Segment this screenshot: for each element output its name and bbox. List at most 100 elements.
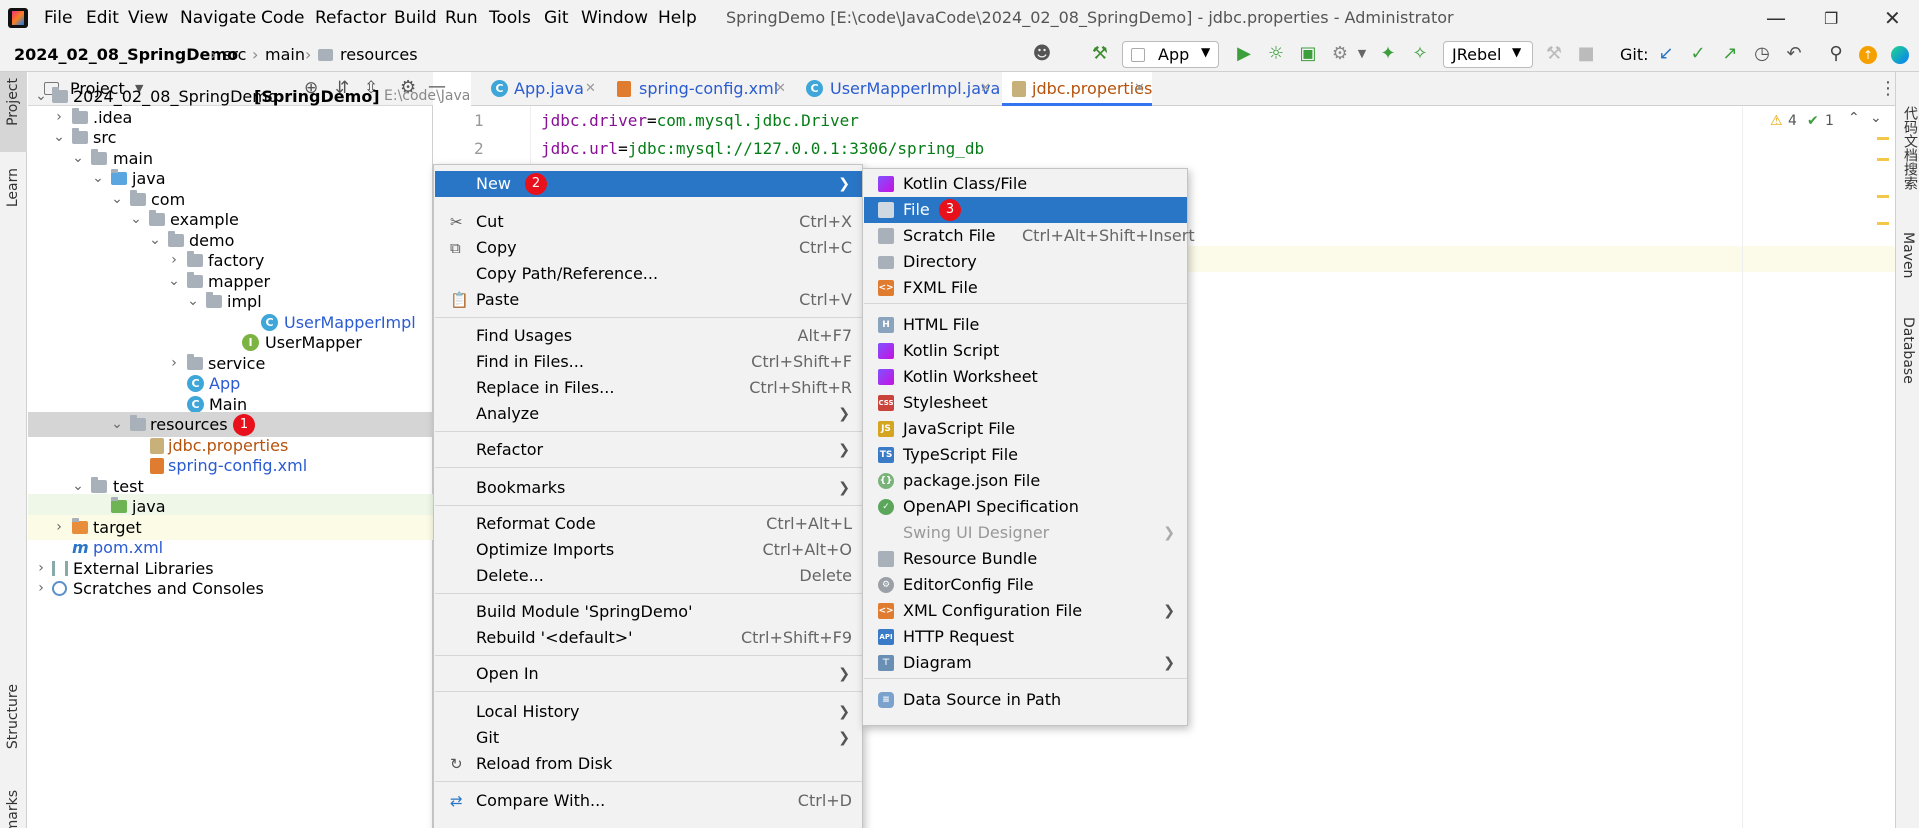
submenu-item-package-json[interactable]: {} package.json File — [864, 468, 1187, 494]
rollback-icon[interactable]: ↶ — [1784, 44, 1804, 64]
menu-item-refactor[interactable]: Refactor ❯ — [435, 437, 862, 463]
jrebel-select[interactable]: JRebel ▼ — [1443, 41, 1533, 68]
more-tabs-icon[interactable]: ⋮ — [1879, 78, 1897, 99]
close-tab-icon[interactable]: ✕ — [1134, 72, 1145, 106]
submenu-item-kotlin-worksheet[interactable]: Kotlin Worksheet — [864, 364, 1187, 390]
breadcrumb-main[interactable]: main — [265, 45, 305, 64]
profile-icon[interactable]: ⚙ — [1330, 44, 1350, 64]
jrebel-debug-icon[interactable]: ✧ — [1410, 44, 1430, 64]
menu-help[interactable]: Help — [658, 8, 697, 28]
warning-icon[interactable]: ⚠ — [1770, 113, 1783, 129]
git-commit-icon[interactable]: ✓ — [1688, 44, 1708, 64]
submenu-item-resource-bundle[interactable]: Resource Bundle — [864, 546, 1187, 572]
submenu-item-editorconfig[interactable]: ⚙ EditorConfig File — [864, 572, 1187, 598]
menu-item-copy[interactable]: ⧉ Copy Ctrl+C — [435, 235, 862, 261]
menu-code[interactable]: Code — [261, 8, 305, 28]
menu-item-replace-in-files[interactable]: Replace in Files... Ctrl+Shift+R — [435, 375, 862, 401]
tab-spring-config[interactable]: spring-config.xml ✕ — [607, 72, 791, 106]
coverage-icon[interactable]: ▣ — [1298, 44, 1318, 64]
history-icon[interactable]: ◷ — [1752, 44, 1772, 64]
menu-item-analyze[interactable]: Analyze ❯ — [435, 401, 862, 427]
tree-node-scratches[interactable]: › Scratches and Consoles — [28, 576, 433, 601]
tab-jdbc-properties[interactable]: jdbc.properties ✕ — [1002, 72, 1152, 106]
database-tool-button[interactable]: Database — [1900, 317, 1916, 384]
menu-window[interactable]: Window — [581, 8, 648, 28]
submenu-item-html[interactable]: H HTML File — [864, 312, 1187, 338]
check-icon[interactable]: ✔ — [1807, 113, 1819, 129]
git-push-icon[interactable]: ↗ — [1720, 44, 1740, 64]
run-config-select[interactable]: App ▼ — [1122, 41, 1219, 68]
chevron-right-icon[interactable]: › — [34, 576, 48, 601]
submenu-item-http-request[interactable]: API HTTP Request — [864, 624, 1187, 650]
menu-git[interactable]: Git — [544, 8, 569, 28]
submenu-item-scratch-file[interactable]: Scratch File Ctrl+Alt+Shift+Insert — [864, 223, 1195, 249]
close-icon[interactable]: ✕ — [1884, 6, 1901, 30]
tab-app-java[interactable]: C App.java ✕ — [481, 72, 599, 106]
breadcrumb-src[interactable]: src — [223, 45, 246, 64]
menu-item-reformat-code[interactable]: Reformat Code Ctrl+Alt+L — [435, 511, 862, 537]
menu-view[interactable]: View — [128, 8, 168, 28]
close-tab-icon[interactable]: ✕ — [775, 72, 786, 106]
chevron-up-icon[interactable]: ⌃ — [1848, 110, 1860, 126]
structure-tool-button[interactable]: Structure — [5, 684, 21, 749]
restore-icon[interactable]: ❐ — [1824, 9, 1838, 28]
menu-refactor[interactable]: Refactor — [315, 8, 386, 28]
warning-stripe-marker[interactable] — [1877, 222, 1889, 225]
submenu-item-javascript[interactable]: JS JavaScript File — [864, 416, 1187, 442]
menu-edit[interactable]: Edit — [86, 8, 119, 28]
user-icon[interactable]: ☻ — [1032, 44, 1052, 64]
submenu-item-stylesheet[interactable]: CSS Stylesheet — [864, 390, 1187, 416]
toolbox-icon[interactable] — [1891, 46, 1909, 64]
chevron-down-icon[interactable]: ▼ — [1352, 44, 1372, 64]
menu-item-local-history[interactable]: Local History ❯ — [435, 699, 862, 725]
menu-item-copy-path[interactable]: Copy Path/Reference... — [435, 261, 862, 287]
plugin-doc-search-button[interactable]: 代码文档搜索 — [1900, 106, 1919, 190]
menu-tools[interactable]: Tools — [489, 8, 531, 28]
menu-navigate[interactable]: Navigate — [180, 8, 256, 28]
menu-item-open-in[interactable]: Open In ❯ — [435, 661, 862, 687]
menu-item-compare-with[interactable]: ⇄ Compare With... Ctrl+D — [435, 788, 862, 814]
project-tool-button[interactable]: Project — [5, 78, 21, 126]
bookmarks-tool-button[interactable]: marks — [5, 790, 21, 828]
breadcrumb-project[interactable]: 2024_02_08_SpringDemo — [14, 45, 238, 64]
menu-build[interactable]: Build — [394, 8, 437, 28]
maven-tool-button[interactable]: Maven — [1900, 232, 1916, 278]
run-icon[interactable]: ▶ — [1234, 44, 1254, 64]
menu-item-find-in-files[interactable]: Find in Files... Ctrl+Shift+F — [435, 349, 862, 375]
debug-icon[interactable]: ☼ — [1266, 44, 1286, 64]
submenu-item-fxml[interactable]: <> FXML File — [864, 275, 1187, 301]
menu-item-paste[interactable]: 📋 Paste Ctrl+V — [435, 287, 862, 313]
search-icon[interactable]: ⚲ — [1826, 44, 1846, 64]
warning-stripe-marker[interactable] — [1877, 158, 1889, 161]
stop-icon[interactable]: ■ — [1576, 44, 1596, 64]
warning-stripe-marker[interactable] — [1877, 137, 1889, 140]
jrebel-run-icon[interactable]: ✦ — [1378, 44, 1398, 64]
submenu-item-diagram[interactable]: ⊤ Diagram ❯ — [864, 650, 1187, 676]
menu-run[interactable]: Run — [445, 8, 478, 28]
warning-stripe-marker[interactable] — [1877, 195, 1889, 198]
submenu-item-typescript[interactable]: TS TypeScript File — [864, 442, 1187, 468]
submenu-item-kotlin-script[interactable]: Kotlin Script — [864, 338, 1187, 364]
menu-item-reload-from-disk[interactable]: ↻ Reload from Disk — [435, 751, 862, 777]
menu-item-cut[interactable]: ✂ Cut Ctrl+X — [435, 209, 862, 235]
attach-debugger-icon[interactable]: ⚒ — [1544, 44, 1564, 64]
close-tab-icon[interactable]: ✕ — [585, 72, 596, 106]
menu-item-bookmarks[interactable]: Bookmarks ❯ — [435, 475, 862, 501]
submenu-item-data-source[interactable]: ≡ Data Source in Path — [864, 687, 1187, 713]
menu-item-find-usages[interactable]: Find Usages Alt+F7 — [435, 323, 862, 349]
submenu-item-openapi[interactable]: ✓ OpenAPI Specification — [864, 494, 1187, 520]
submenu-item-swing-ui-designer[interactable]: Swing UI Designer ❯ — [864, 520, 1187, 546]
menu-item-rebuild[interactable]: Rebuild '<default>' Ctrl+Shift+F9 — [435, 625, 862, 651]
git-update-icon[interactable]: ↙ — [1656, 44, 1676, 64]
menu-item-optimize-imports[interactable]: Optimize Imports Ctrl+Alt+O — [435, 537, 862, 563]
minimize-icon[interactable]: — — [1766, 6, 1786, 30]
updates-icon[interactable]: ↑ — [1859, 46, 1877, 64]
submenu-item-directory[interactable]: Directory — [864, 249, 1187, 275]
menu-item-delete[interactable]: Delete... Delete — [435, 563, 862, 589]
menu-item-build-module[interactable]: Build Module 'SpringDemo' — [435, 599, 862, 625]
learn-tool-button[interactable]: Learn — [5, 168, 21, 207]
breadcrumb-resources[interactable]: resources — [340, 45, 418, 64]
menu-file[interactable]: File — [44, 8, 72, 28]
chevron-down-icon[interactable]: ⌄ — [1870, 110, 1882, 126]
submenu-item-xml-config[interactable]: <> XML Configuration File ❯ — [864, 598, 1187, 624]
